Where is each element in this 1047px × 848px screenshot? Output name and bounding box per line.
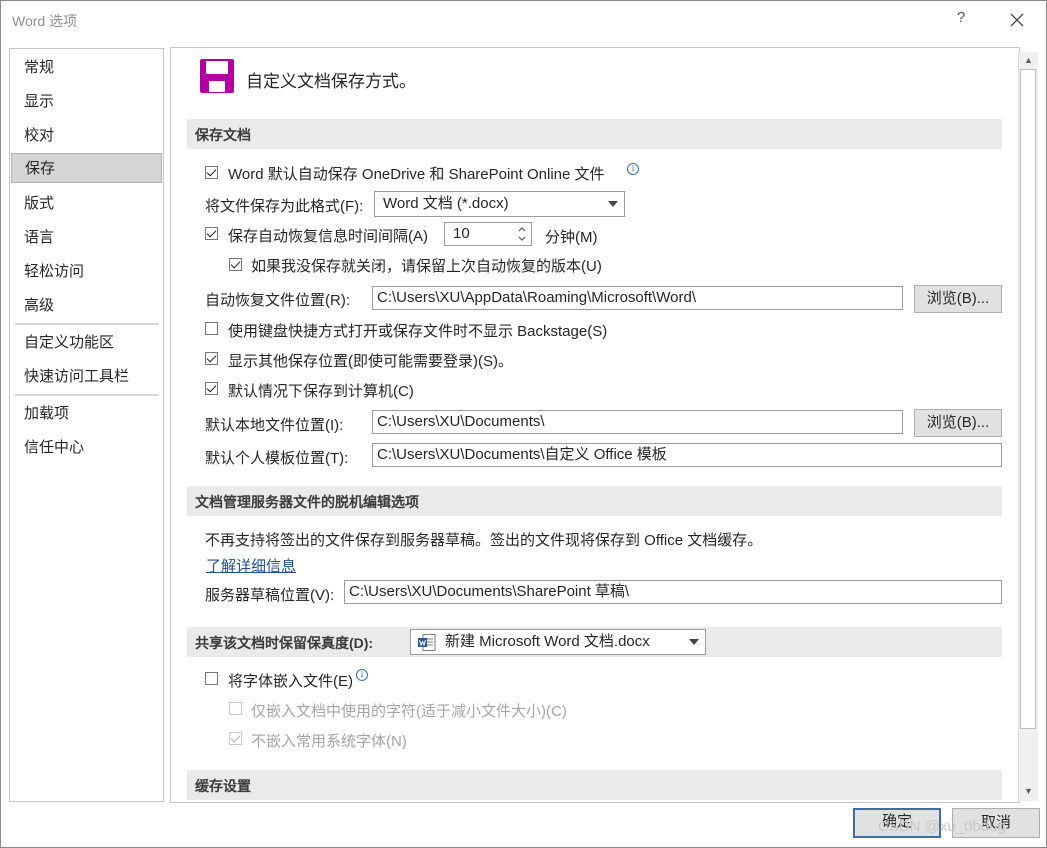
close-icon (1010, 13, 1024, 27)
chevron-down-icon (608, 201, 618, 207)
nav-item-language[interactable]: 语言 (11, 223, 162, 253)
autorecover-location-label: 自动恢复文件位置(R): (205, 292, 350, 309)
vertical-scrollbar[interactable]: ▲ ▼ (1018, 52, 1038, 801)
section-title: 缓存设置 (195, 778, 251, 794)
info-icon: i (627, 163, 639, 175)
nav-item-save[interactable]: 保存 (11, 153, 162, 183)
template-location-label: 默认个人模板位置(T): (205, 450, 349, 467)
chevron-down-icon (689, 639, 699, 645)
autorecover-minutes-stepper[interactable]: 10 (444, 222, 532, 246)
spin-arrows-icon[interactable] (516, 224, 528, 244)
scroll-up-icon[interactable]: ▲ (1019, 52, 1038, 69)
nav-item-quick-access-toolbar[interactable]: 快速访问工具栏 (11, 362, 162, 392)
embed-used-chars-checkbox[interactable] (229, 702, 242, 715)
keep-last-version-checkbox[interactable] (229, 258, 242, 271)
no-common-fonts-label: 不嵌入常用系统字体(N) (251, 733, 407, 750)
section-title: 文档管理服务器文件的脱机编辑选项 (195, 494, 419, 510)
backstage-label: 使用键盘快捷方式打开或保存文件时不显示 Backstage(S) (228, 323, 608, 340)
section-offline-editing: 文档管理服务器文件的脱机编辑选项 (187, 486, 1002, 516)
section-cache: 缓存设置 (187, 770, 1002, 800)
options-dialog: Word 选项 ? 常规 显示 校对 保存 版式 语言 轻松访问 高级 自定义功… (0, 0, 1047, 848)
title-bar: Word 选项 ? (1, 1, 1046, 39)
local-location-field[interactable]: C:\Users\XU\Documents\ (372, 410, 903, 434)
section-save-documents: 保存文档 (187, 119, 1002, 149)
no-common-fonts-checkbox[interactable] (229, 732, 242, 745)
nav-item-general[interactable]: 常规 (11, 53, 162, 83)
local-location-label: 默认本地文件位置(I): (205, 417, 344, 434)
nav-separator (15, 323, 159, 325)
save-icon (200, 59, 234, 93)
nav-item-accessibility[interactable]: 轻松访问 (11, 257, 162, 287)
help-button[interactable]: ? (951, 9, 971, 31)
format-value: Word 文档 (*.docx) (383, 195, 509, 212)
save-to-computer-label: 默认情况下保存到计算机(C) (228, 383, 414, 400)
nav-separator (15, 394, 159, 396)
nav-item-customize-ribbon[interactable]: 自定义功能区 (11, 328, 162, 358)
info-icon: i (356, 669, 368, 681)
show-more-locations-checkbox[interactable] (205, 352, 218, 365)
nav-item-advanced[interactable]: 高级 (11, 291, 162, 321)
show-more-locations-label: 显示其他保存位置(即使可能需要登录)(S)。 (228, 353, 513, 370)
nav-item-add-ins[interactable]: 加载项 (11, 399, 162, 429)
template-location-field[interactable]: C:\Users\XU\Documents\自定义 Office 模板 (372, 443, 1002, 467)
autorecover-location-field[interactable]: C:\Users\XU\AppData\Roaming\Microsoft\Wo… (372, 286, 903, 310)
autorecover-checkbox[interactable] (205, 227, 218, 240)
scroll-down-icon[interactable]: ▼ (1019, 783, 1038, 800)
category-nav: 常规 显示 校对 保存 版式 语言 轻松访问 高级 自定义功能区 快速访问工具栏… (9, 48, 164, 802)
offline-description: 不再支持将签出的文件保存到服务器草稿。签出的文件现将保存到 Office 文档缓… (205, 532, 763, 549)
embed-used-chars-label: 仅嵌入文档中使用的字符(适于减小文件大小)(C) (251, 703, 567, 720)
nav-item-display[interactable]: 显示 (11, 87, 162, 117)
save-to-computer-checkbox[interactable] (205, 382, 218, 395)
embed-fonts-label: 将字体嵌入文件(E) (228, 673, 353, 690)
fidelity-document-dropdown[interactable]: 新建 Microsoft Word 文档.docx (410, 629, 706, 655)
embed-fonts-checkbox[interactable] (205, 672, 218, 685)
drafts-location-label: 服务器草稿位置(V): (205, 587, 335, 604)
nav-item-trust-center[interactable]: 信任中心 (11, 433, 162, 463)
fidelity-document-value: 新建 Microsoft Word 文档.docx (445, 633, 650, 650)
section-title: 共享该文档时保留保真度(D): (195, 635, 374, 651)
minutes-unit-label: 分钟(M) (545, 229, 598, 246)
backstage-checkbox[interactable] (205, 322, 218, 335)
learn-more-link[interactable]: 了解详细信息 (206, 555, 296, 576)
browse-autorecover-button[interactable]: 浏览(B)... (914, 285, 1002, 313)
watermark: CSDN @xu_dbdug (878, 818, 1006, 835)
section-title: 保存文档 (195, 127, 251, 143)
word-document-icon (418, 634, 436, 651)
nav-item-proofing[interactable]: 校对 (11, 121, 162, 151)
autorecover-minutes-value: 10 (453, 225, 470, 242)
format-dropdown[interactable]: Word 文档 (*.docx) (374, 191, 625, 217)
close-button[interactable] (1005, 7, 1029, 33)
scroll-thumb[interactable] (1020, 69, 1036, 729)
autorecover-label: 保存自动恢复信息时间间隔(A) (228, 228, 428, 245)
browse-local-button[interactable]: 浏览(B)... (914, 409, 1002, 437)
window-title: Word 选项 (12, 13, 78, 29)
drafts-location-field[interactable]: C:\Users\XU\Documents\SharePoint 草稿\ (344, 580, 1002, 604)
nav-item-layout[interactable]: 版式 (11, 189, 162, 219)
keep-last-version-label: 如果我没保存就关闭，请保留上次自动恢复的版本(U) (251, 258, 602, 275)
page-heading: 自定义文档保存方式。 (246, 72, 416, 91)
format-label: 将文件保存为此格式(F): (205, 198, 364, 215)
autosave-checkbox[interactable] (205, 166, 218, 179)
autosave-label: Word 默认自动保存 OneDrive 和 SharePoint Online… (228, 166, 605, 183)
